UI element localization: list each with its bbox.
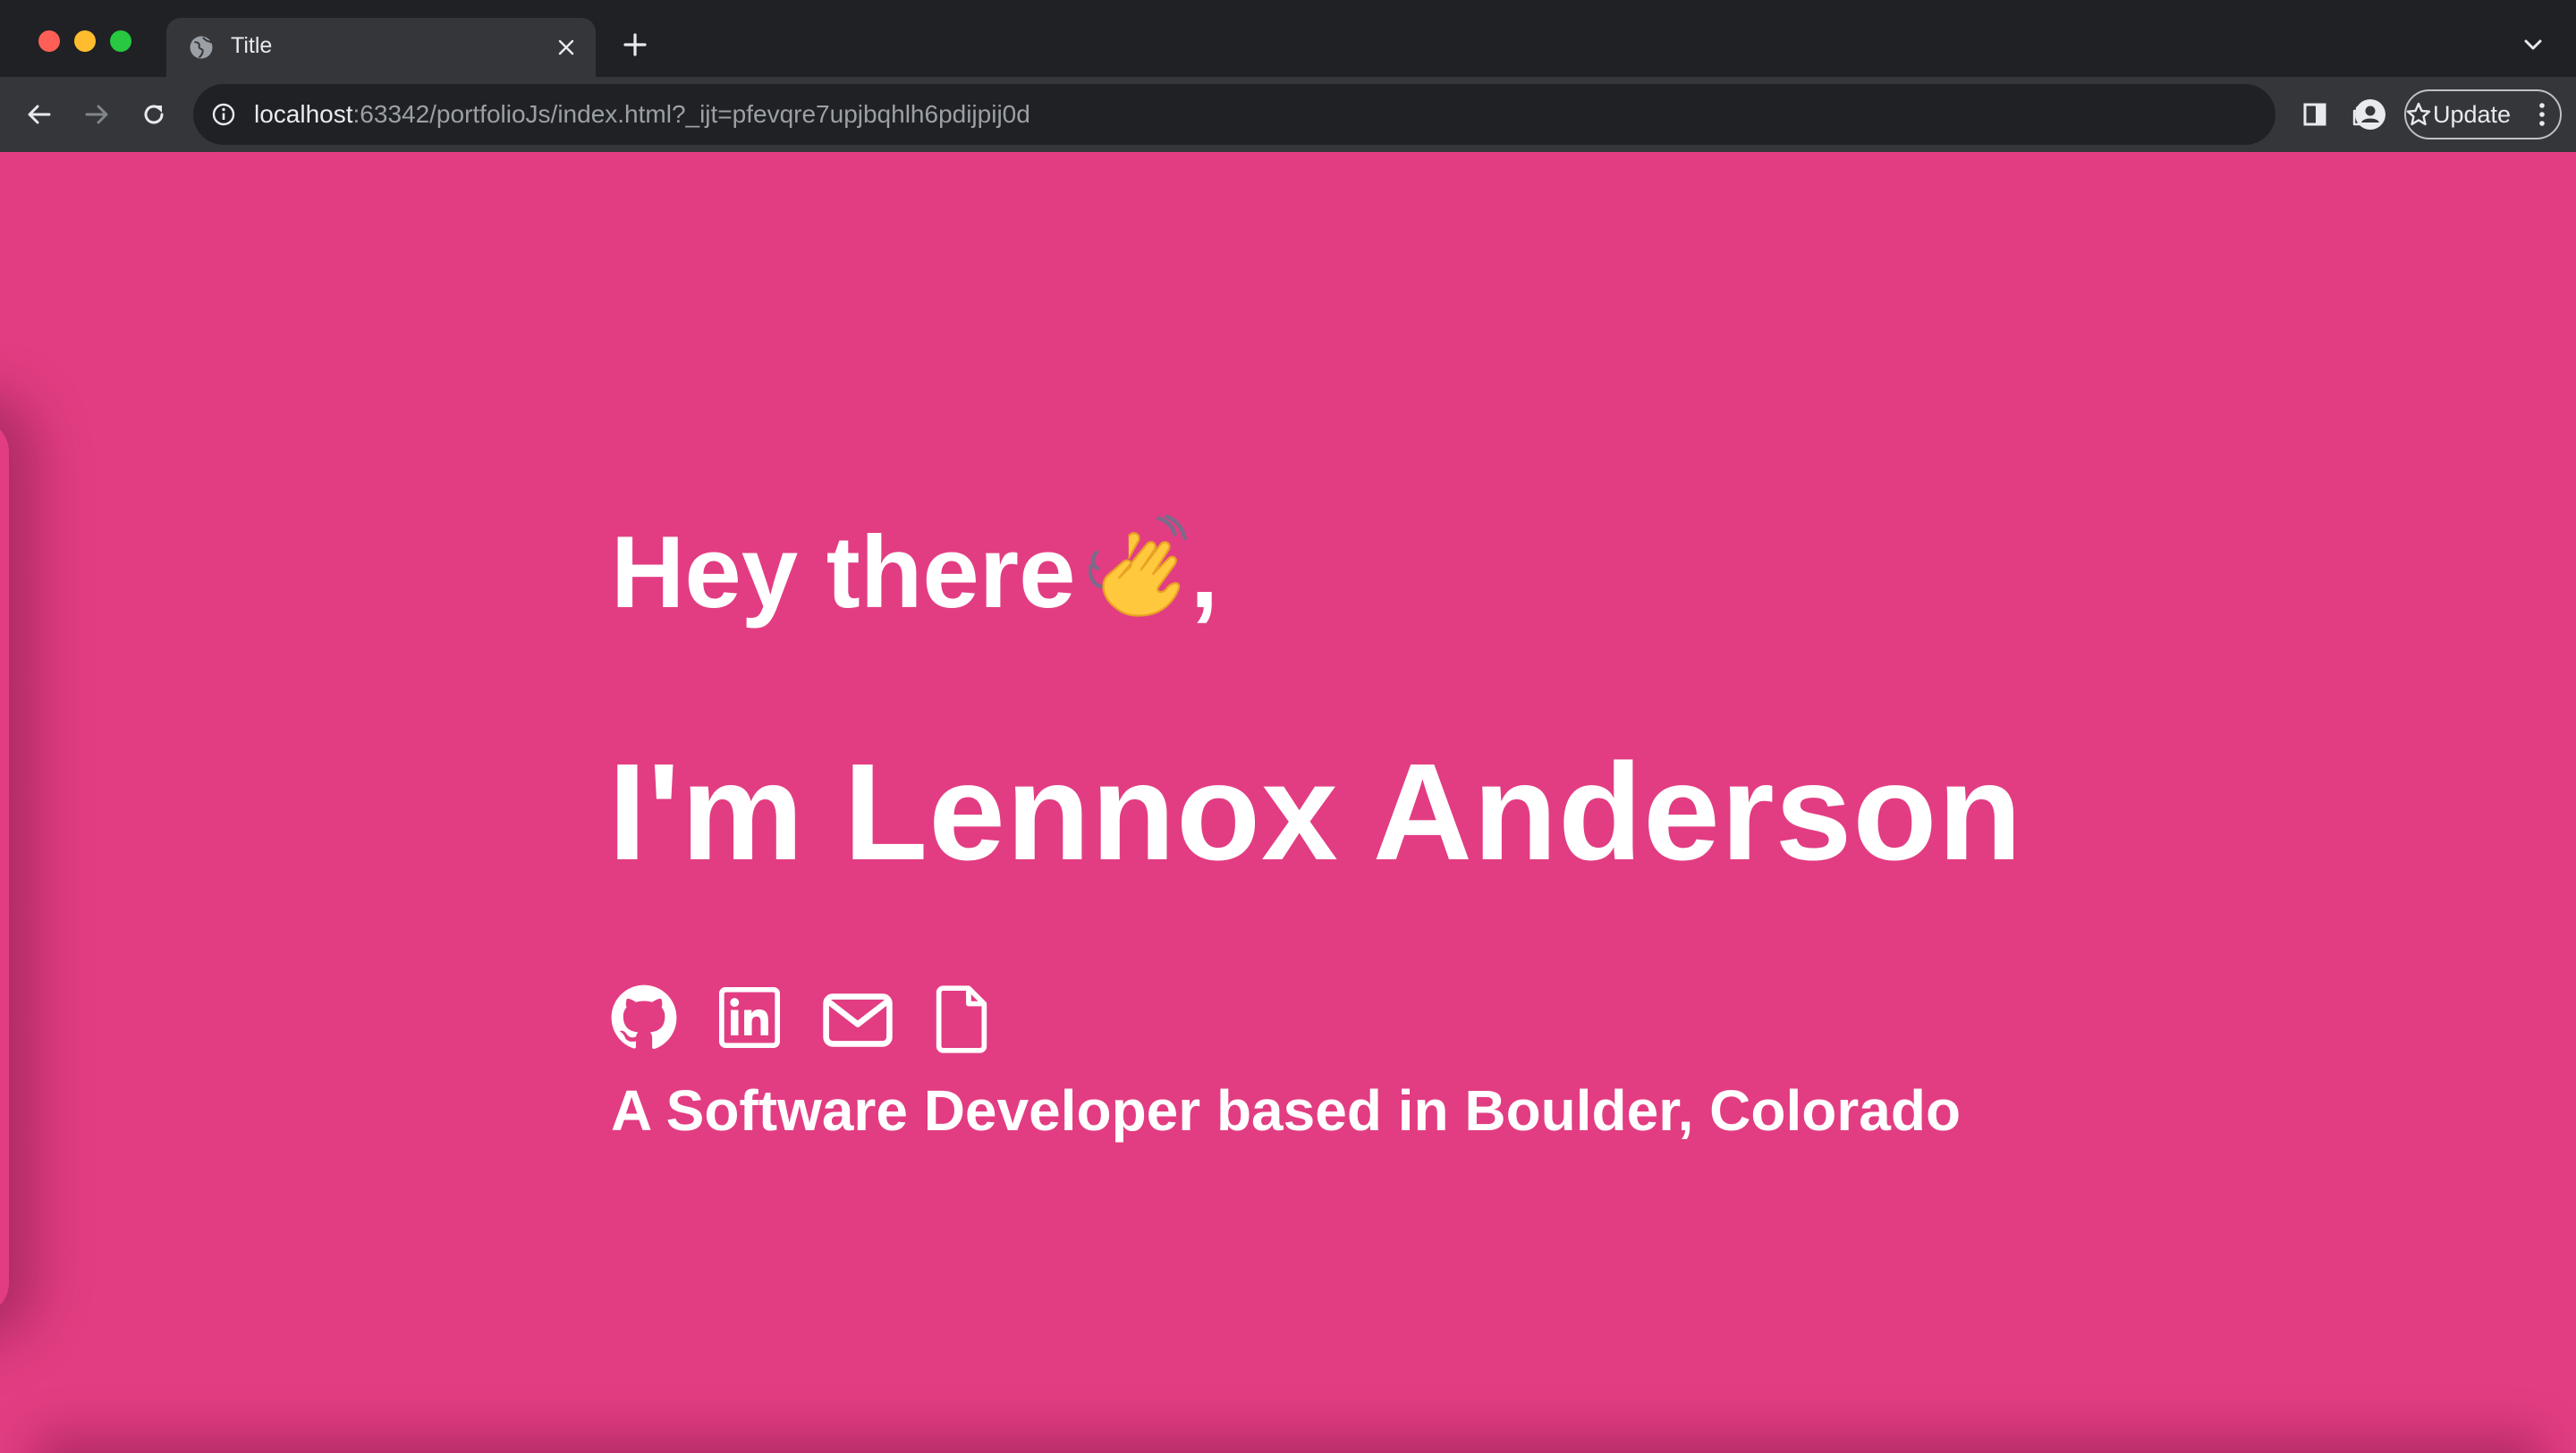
window-minimize-button[interactable] (74, 30, 96, 52)
greeting-text: Hey there (611, 516, 1076, 629)
arrow-left-icon (28, 105, 51, 124)
more-vertical-icon[interactable] (2537, 100, 2547, 129)
tab-active[interactable]: Title (166, 18, 596, 77)
github-link[interactable] (610, 984, 678, 1052)
reload-icon (144, 105, 164, 124)
url-path: :63342/portfolioJs/index.html?_ijt=pfevq… (352, 100, 1030, 128)
chevron-down-icon[interactable] (2519, 30, 2547, 59)
browser-toolbar: localhost:63342/portfolioJs/index.html?_… (0, 77, 2576, 152)
reload-button[interactable] (132, 93, 175, 136)
resume-link[interactable] (936, 985, 987, 1053)
linkedin-link[interactable] (719, 987, 780, 1048)
tab-title: Title (231, 33, 273, 58)
tab-close-icon[interactable] (551, 32, 581, 63)
window-maximize-button[interactable] (110, 30, 131, 52)
tab-strip: Title (0, 0, 2576, 77)
email-link[interactable] (823, 993, 893, 1048)
linkedin-icon (719, 987, 780, 1048)
window-close-button[interactable] (38, 30, 60, 52)
side-panel-button[interactable] (2293, 93, 2336, 136)
waving-hand-icon (1088, 514, 1187, 617)
browser-window: Title localhost:63342/portfolioJs/index.… (0, 0, 2576, 1453)
profile-icon (2355, 99, 2385, 130)
arrow-right-icon (85, 105, 108, 124)
name-heading: I'm Lennox Anderson (608, 735, 2023, 889)
update-label: Update (2433, 101, 2512, 128)
tagline: A Software Developer based in Boulder, C… (611, 1078, 1962, 1143)
new-tab-icon[interactable] (617, 27, 653, 63)
profile-button[interactable] (2349, 93, 2392, 136)
back-button[interactable] (18, 93, 61, 136)
github-icon (611, 984, 677, 1050)
update-button[interactable]: Update (2404, 89, 2562, 139)
forward-button[interactable] (75, 93, 118, 136)
greeting-heading: Hey there , (611, 514, 1218, 631)
info-icon[interactable] (209, 100, 238, 129)
document-icon (936, 985, 987, 1053)
greeting-punct: , (1190, 516, 1219, 629)
left-shadow (0, 420, 9, 1314)
side-panel-icon (2303, 103, 2326, 126)
email-icon (823, 993, 893, 1047)
url-text[interactable]: localhost:63342/portfolioJs/index.html?_… (254, 84, 1030, 145)
url-host: localhost (254, 100, 353, 128)
page-content: Hey there , I'm Lennox Anderson A Softwa… (0, 152, 2576, 1453)
address-bar[interactable]: localhost:63342/portfolioJs/index.html?_… (193, 84, 2431, 145)
globe-icon (190, 36, 213, 59)
